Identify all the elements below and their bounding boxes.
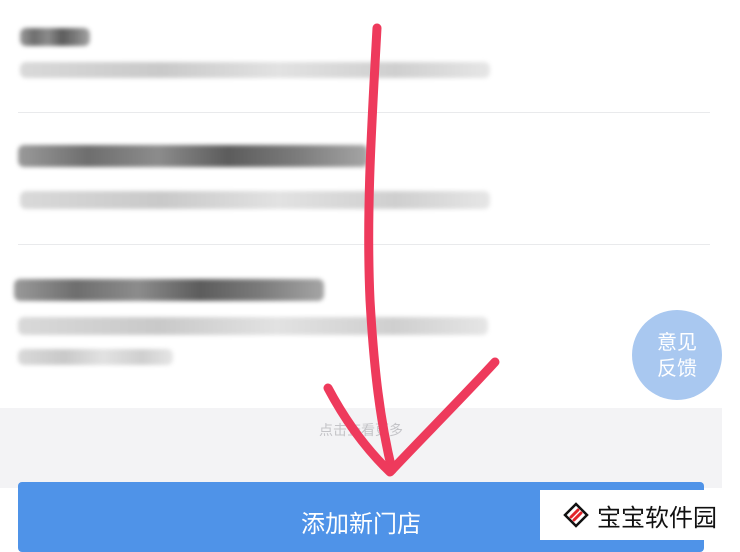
store-address-redacted <box>20 191 490 209</box>
feedback-label-line1: 意见 <box>657 330 697 354</box>
watermark: 宝宝软件园 <box>540 490 740 540</box>
store-address-redacted <box>18 317 488 335</box>
load-more-link[interactable]: 点击查看更多 <box>0 420 722 440</box>
store-name-redacted <box>20 28 90 46</box>
feedback-label-line2: 反馈 <box>657 356 697 380</box>
store-list-item[interactable] <box>0 113 740 243</box>
add-store-label: 添加新门店 <box>301 510 421 538</box>
store-address-redacted <box>20 62 490 78</box>
feedback-button[interactable]: 意见 反馈 <box>632 310 722 400</box>
store-list <box>0 0 740 410</box>
store-name-redacted <box>14 279 324 301</box>
store-name-redacted <box>18 145 368 167</box>
diamond-logo-icon <box>563 502 589 528</box>
store-list-item[interactable] <box>0 245 740 405</box>
store-address-redacted-line2 <box>18 349 173 365</box>
watermark-text: 宝宝软件园 <box>597 503 717 532</box>
store-list-item[interactable] <box>0 0 740 112</box>
